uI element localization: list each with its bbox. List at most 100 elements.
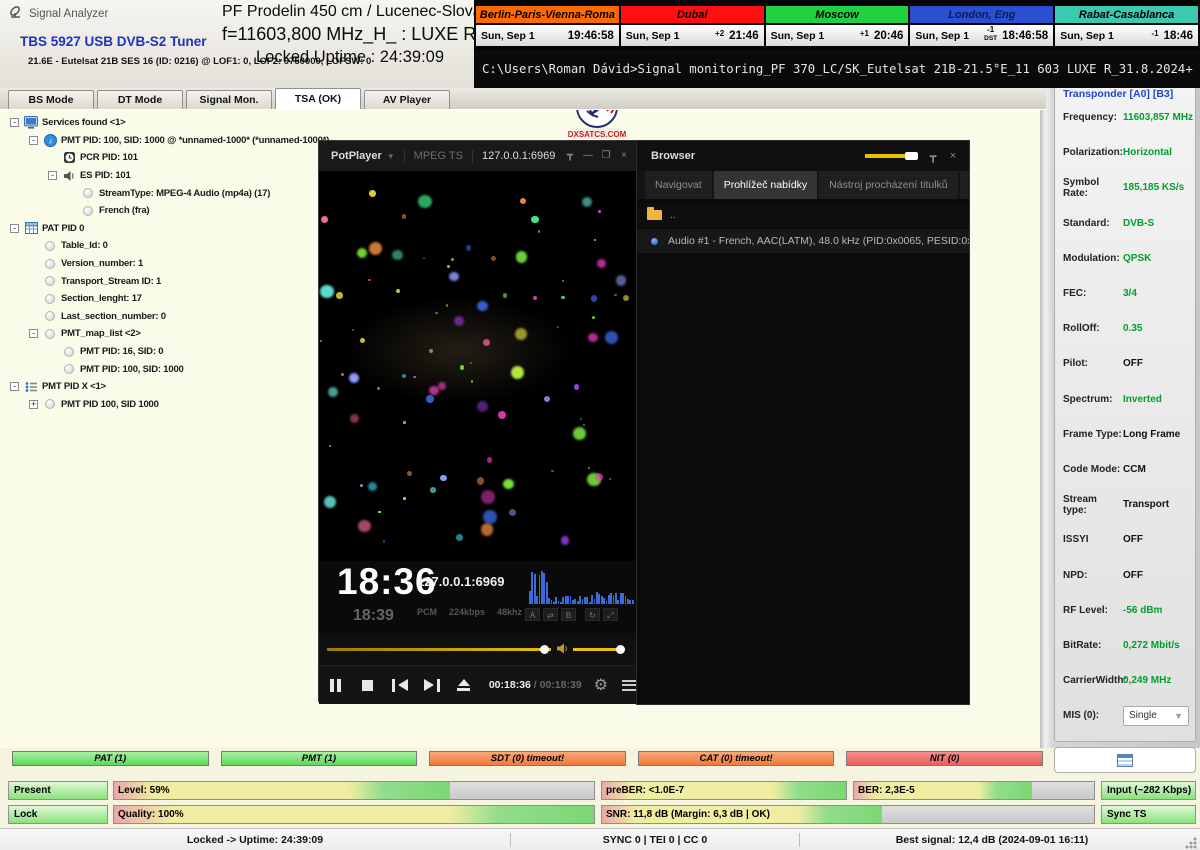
speaker-icon[interactable] — [556, 642, 570, 660]
audio-track-dot-icon — [651, 238, 658, 245]
transponder-label: Symbol Rate: — [1063, 177, 1123, 199]
previous-button[interactable] — [385, 672, 415, 698]
next-button[interactable] — [417, 672, 447, 698]
panel-separator — [1040, 88, 1053, 748]
app-titlebar[interactable]: Signal Analyzer — [8, 5, 108, 22]
tree-row[interactable]: - Services found <1> — [4, 114, 434, 132]
close-icon[interactable]: × — [943, 150, 963, 162]
browser-tab-online-s[interactable]: Online S — [960, 171, 969, 199]
terminal-window[interactable]: C:\Users\Roman Dávid>Signal monitoring_P… — [474, 50, 1200, 88]
signal-analyzer-screen: Signal Analyzer TBS 5927 USB DVB-S2 Tune… — [0, 0, 1200, 850]
transponder-row: Modulation:QPSK — [1055, 241, 1195, 276]
tab-tsa-ok-[interactable]: TSA (OK) — [275, 88, 361, 109]
tree-expander[interactable]: - — [10, 118, 19, 127]
ab-button[interactable]: A — [525, 608, 540, 621]
tree-expander[interactable]: - — [10, 224, 19, 233]
dot-icon — [80, 188, 96, 198]
tab-signal-mon-[interactable]: Signal Mon. — [186, 90, 272, 109]
tree-expander[interactable]: - — [29, 329, 38, 338]
audio-track-row[interactable]: Audio #1 - French, AAC(LATM), 48.0 kHz (… — [637, 229, 969, 253]
transponder-label: CarrierWidth: — [1063, 675, 1123, 686]
transponder-label: Stream type: — [1063, 494, 1123, 516]
menu-icon[interactable] — [622, 680, 637, 691]
tree-label: Services found <1> — [42, 117, 126, 128]
panel-toggle-button[interactable] — [1054, 747, 1196, 773]
transponder-row: RollOff:0.35 — [1055, 311, 1195, 346]
tree-expander[interactable]: + — [29, 400, 38, 409]
eject-button[interactable] — [449, 672, 479, 698]
seek-knob[interactable] — [540, 645, 549, 654]
browser-tab-n-stroj-proch-zen-titulk-[interactable]: Nástroj procházení titulků — [819, 171, 957, 199]
volume-slider[interactable] — [573, 648, 621, 651]
transponder-value: 185,185 KS/s — [1123, 182, 1184, 193]
ab-repeat-buttons: A⇄B ↻⤢ — [525, 608, 618, 621]
gear-icon[interactable]: ⚙ — [594, 675, 608, 695]
transponder-row: CarrierWidth:0,249 MHz — [1055, 663, 1195, 698]
transponder-label: Frame Type: — [1063, 429, 1123, 440]
browser-opacity-slider[interactable] — [865, 154, 917, 158]
tree-expander[interactable]: - — [10, 382, 19, 391]
pause-button[interactable] — [321, 672, 351, 698]
tree-label: PMT PID X <1> — [42, 381, 106, 392]
clock-dubai: DubaiSun, Sep 1+221:46 — [621, 6, 764, 48]
mis-dropdown[interactable]: Single▼ — [1123, 706, 1189, 726]
mode-tabstrip: BS ModeDT ModeSignal Mon.TSA (OK)AV Play… — [0, 88, 1046, 110]
headline-location: PF Prodelin 450 cm / Lucenec-Slovakia — [222, 3, 478, 21]
tree-expander[interactable]: - — [48, 171, 57, 180]
slider-knob[interactable] — [905, 152, 918, 160]
video-area[interactable] — [319, 171, 637, 561]
folder-up-row[interactable]: .. — [637, 203, 969, 227]
ab-button[interactable]: B — [561, 608, 576, 621]
transponder-value: 3/4 — [1123, 288, 1137, 299]
minimize-icon[interactable]: — — [579, 141, 597, 171]
transponder-label: Code Mode: — [1063, 464, 1123, 475]
time-display: 00:18:36 / 00:18:39 — [489, 679, 582, 691]
dot-icon — [42, 259, 58, 269]
seek-slider[interactable] — [327, 648, 551, 651]
tab-dt-mode[interactable]: DT Mode — [97, 90, 183, 109]
pin-icon[interactable]: ┳ — [561, 141, 579, 171]
potplayer-title[interactable]: PotPlayer — [331, 150, 382, 162]
transponder-row: Code Mode:CCM — [1055, 452, 1195, 487]
ab-button[interactable]: ↻ — [585, 608, 600, 621]
list-icon — [23, 381, 39, 393]
transponder-value: OFF — [1123, 358, 1143, 369]
transponder-value: CCM — [1123, 464, 1146, 475]
resize-grip[interactable] — [1184, 836, 1198, 850]
transponder-row: NPD:OFF — [1055, 557, 1195, 592]
transponder-value: 11603,857 MHz — [1123, 112, 1193, 123]
potplayer-titlebar[interactable]: PotPlayer ▼ MPEG TS 127.0.0.1:6969 ┳ — ❐… — [319, 141, 637, 171]
close-icon[interactable]: × — [615, 141, 633, 171]
stop-button[interactable] — [353, 672, 383, 698]
transponder-label: MIS (0): — [1063, 710, 1123, 721]
tab-bs-mode[interactable]: BS Mode — [8, 90, 94, 109]
transponder-label: ISSYI — [1063, 534, 1123, 545]
bottom-statusbar: Locked -> Uptime: 24:39:09 SYNC 0 | TEI … — [0, 828, 1200, 850]
pin-icon[interactable]: ┳ — [923, 150, 943, 163]
ab-button[interactable]: ⤢ — [603, 608, 618, 621]
browser-titlebar[interactable]: Browser ┳ × — [637, 141, 969, 171]
transponder-row: Polarization:Horizontal — [1055, 135, 1195, 170]
tree-expander[interactable]: - — [29, 136, 38, 145]
volume-knob[interactable] — [616, 645, 625, 654]
tab-av-player[interactable]: AV Player — [364, 90, 450, 109]
transponder-row: ISSYIOFF — [1055, 522, 1195, 557]
transponder-label: NPD: — [1063, 570, 1123, 581]
tree-label: PMT PID: 100, SID: 1000 — [80, 364, 184, 375]
transponder-row: Stream type:Transport — [1055, 487, 1195, 522]
maximize-icon[interactable]: ❐ — [597, 141, 615, 171]
browser-title: Browser — [651, 150, 695, 162]
browser-tab-prohl-e-nab-dky[interactable]: Prohlížeč nabídky — [714, 171, 817, 199]
clock-body: Sun, Sep 1+120:46 — [766, 25, 909, 46]
chevron-down-icon[interactable]: ▼ — [387, 152, 395, 161]
clock-body: Sun, Sep 1-118:46 — [1055, 25, 1198, 46]
clock-moscow: MoscowSun, Sep 1+120:46 — [766, 6, 909, 48]
app-title: Signal Analyzer — [29, 8, 108, 20]
tree-label: Transport_Stream ID: 1 — [61, 276, 161, 287]
transponder-label: BitRate: — [1063, 640, 1123, 651]
browser-tab-navigovat[interactable]: Navigovat — [645, 171, 712, 199]
transponder-row: Frame Type:Long Frame — [1055, 417, 1195, 452]
clock-date: Sun, Sep 1 — [481, 30, 535, 42]
ab-button[interactable]: ⇄ — [543, 608, 558, 621]
transponder-row: Symbol Rate:185,185 KS/s — [1055, 170, 1195, 205]
